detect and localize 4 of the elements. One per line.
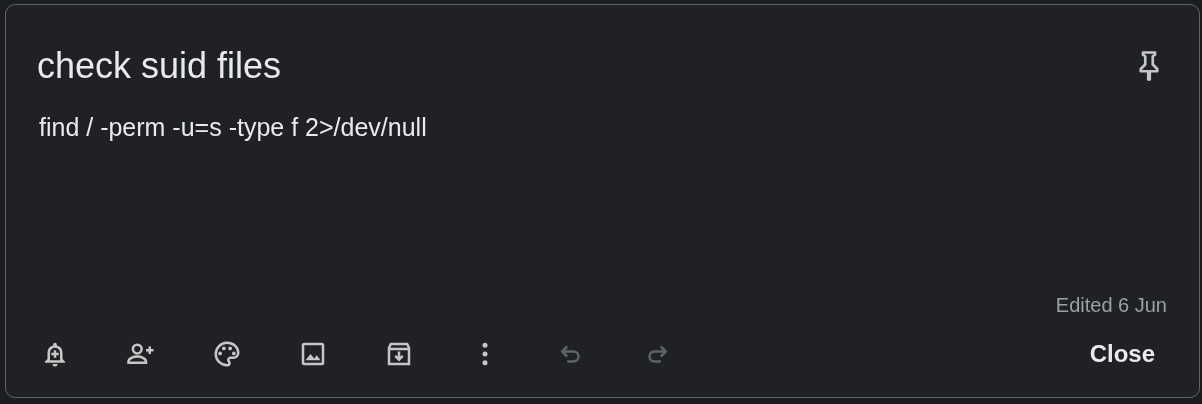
- edited-date: Edited 6 Jun: [1055, 294, 1168, 317]
- close-button[interactable]: Close: [1077, 332, 1167, 376]
- note-title[interactable]: check suid files: [37, 43, 282, 89]
- note-body[interactable]: find / -perm -u=s -type f 2>/dev/null: [6, 89, 1199, 142]
